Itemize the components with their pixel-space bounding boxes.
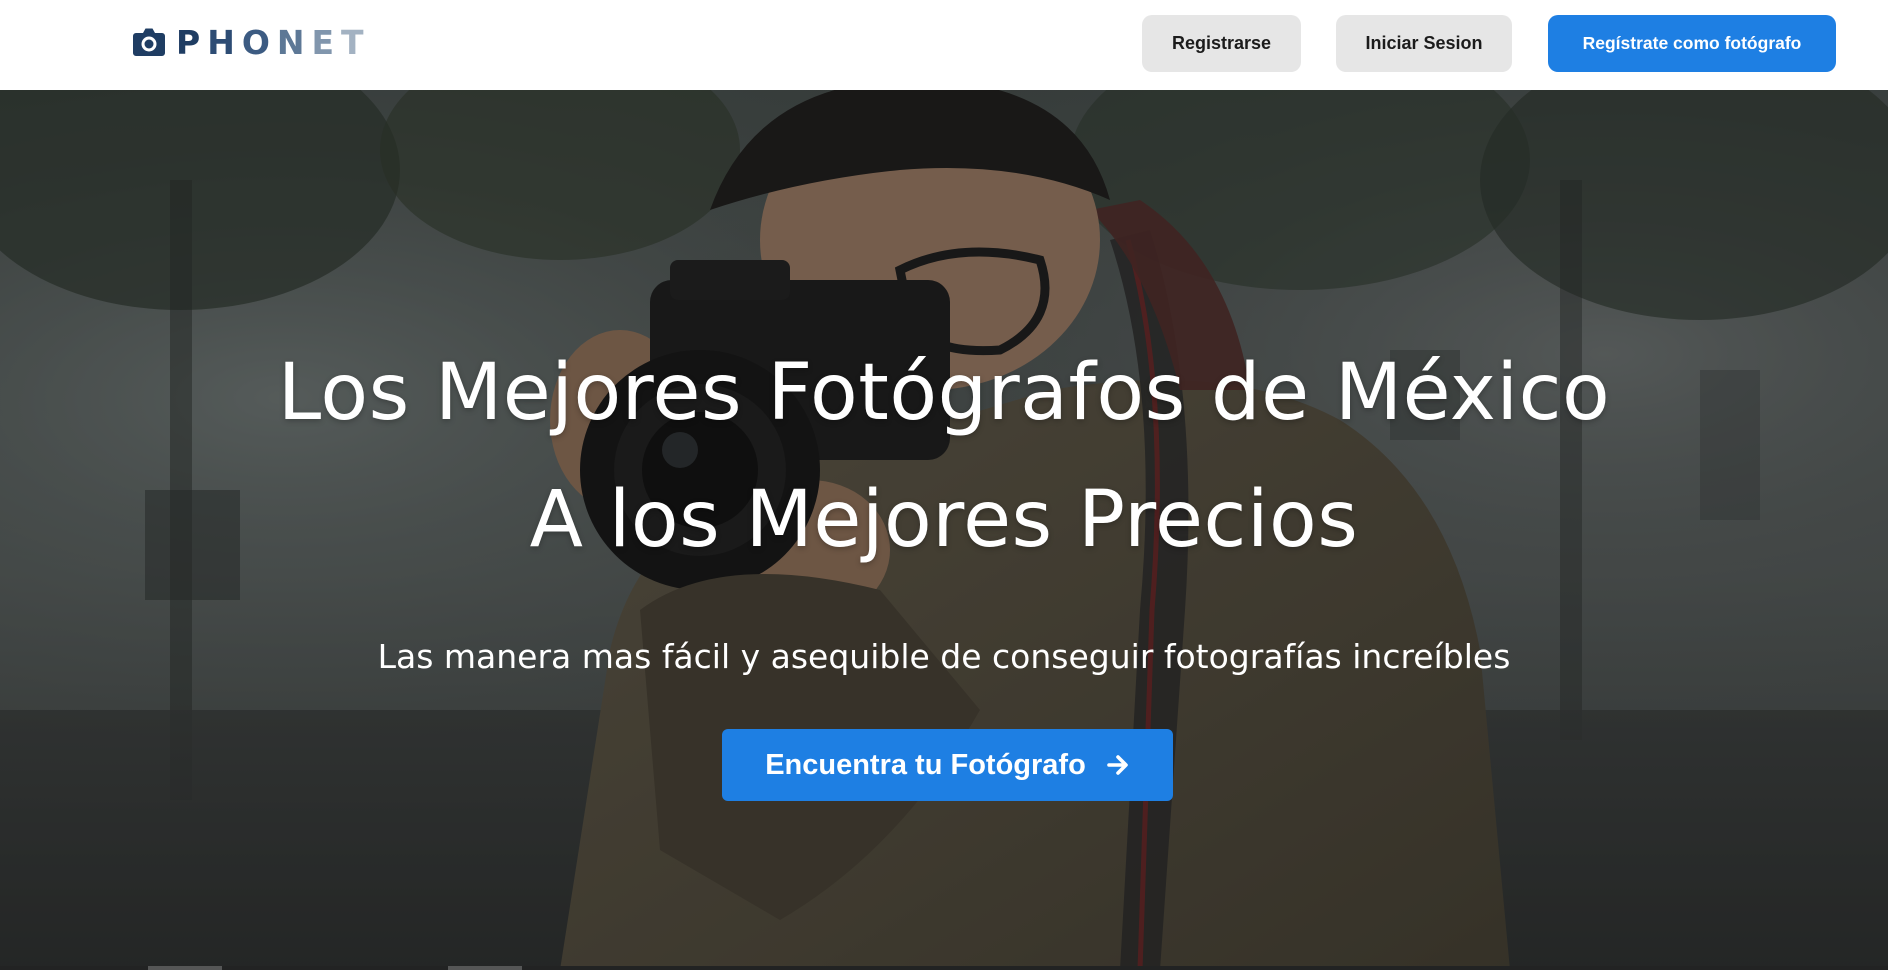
carousel-indicator [448, 966, 522, 970]
arrow-right-icon [1106, 753, 1130, 777]
wordmark-letter: N [276, 22, 312, 62]
site-header: PHONET Registrarse Iniciar Sesion Regíst… [0, 0, 1888, 90]
hero-section: Los Mejores Fotógrafos de México A los M… [0, 90, 1888, 970]
login-button[interactable]: Iniciar Sesion [1336, 15, 1512, 72]
brand-logo[interactable]: PHONET [132, 24, 371, 60]
wordmark-letter: O [241, 22, 277, 62]
find-photographer-button[interactable]: Encuentra tu Fotógrafo [722, 729, 1173, 801]
wordmark-letter: H [207, 22, 242, 62]
wordmark-letter: P [176, 22, 208, 62]
hero-title-line-2: A los Mejores Precios [529, 475, 1359, 565]
hero-title-line-1: Los Mejores Fotógrafos de México [277, 348, 1611, 438]
register-as-photographer-button[interactable]: Regístrate como fotógrafo [1548, 15, 1836, 72]
wordmark-letter: T [341, 22, 371, 62]
wordmark-letter: E [311, 22, 342, 62]
carousel-indicator [148, 966, 222, 970]
brand-wordmark: PHONET [176, 26, 371, 59]
hero-subtitle: Las manera mas fácil y asequible de cons… [377, 637, 1511, 676]
find-photographer-label: Encuentra tu Fotógrafo [765, 748, 1086, 781]
camera-icon [132, 27, 166, 57]
register-button[interactable]: Registrarse [1142, 15, 1301, 72]
